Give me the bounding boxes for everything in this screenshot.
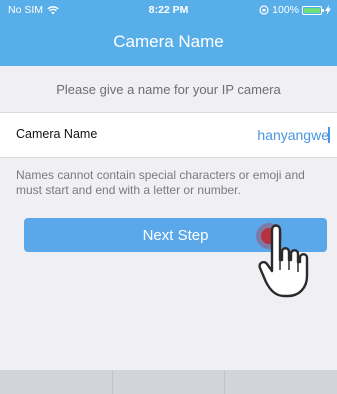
pointing-hand-icon (258, 224, 309, 298)
camera-name-input[interactable] (179, 122, 329, 148)
naming-rules-hint: Names cannot contain special characters … (16, 168, 305, 197)
charging-icon (325, 5, 331, 15)
page-title: Camera Name (113, 32, 224, 51)
text-cursor (328, 127, 330, 143)
instruction-text: Please give a name for your IP camera (0, 66, 337, 113)
navigation-header: No SIM 8:22 PM 100% Camera Name (0, 0, 337, 66)
battery-level (304, 7, 320, 13)
keyboard-key[interactable] (113, 370, 226, 394)
camera-name-label: Camera Name (16, 127, 98, 141)
orientation-lock-icon (259, 5, 269, 15)
status-bar: No SIM 8:22 PM 100% (0, 0, 337, 20)
camera-name-row: Camera Name (0, 113, 337, 158)
battery-icon (302, 5, 324, 15)
keyboard-key[interactable] (225, 370, 337, 394)
status-right: 100% (259, 4, 331, 16)
battery-percent: 100% (272, 4, 299, 16)
keyboard-key[interactable] (0, 370, 113, 394)
keyboard-strip (0, 370, 337, 394)
